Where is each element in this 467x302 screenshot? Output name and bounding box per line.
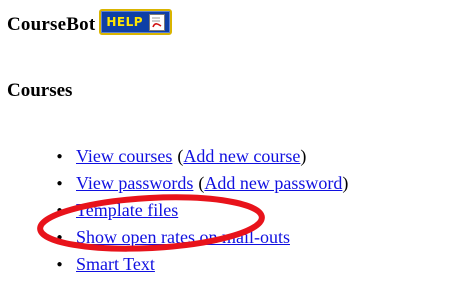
list-item-smart-text: ● Smart Text <box>55 251 348 278</box>
list-item-view-passwords: ● View passwords ( Add new password ) <box>55 170 348 197</box>
header: CourseBot HELP <box>7 9 173 40</box>
list-item-template-files: ● Template files <box>55 197 348 224</box>
show-open-rates-link[interactable]: Show open rates on mail-outs <box>76 227 290 248</box>
close-paren: ) <box>300 146 307 166</box>
close-paren: ) <box>342 173 349 193</box>
app-title: CourseBot <box>7 14 96 35</box>
list-item-show-open-rates: ● Show open rates on mail-outs <box>55 224 348 251</box>
pdf-document-icon <box>149 13 166 31</box>
bullet-icon: ● <box>56 232 63 243</box>
view-passwords-link[interactable]: View passwords <box>76 173 193 194</box>
bullet-icon: ● <box>56 178 63 189</box>
courses-menu: ● View courses ( Add new course ) ● View… <box>55 143 348 278</box>
list-item-view-courses: ● View courses ( Add new course ) <box>55 143 348 170</box>
bullet-icon: ● <box>56 259 63 270</box>
template-files-link[interactable]: Template files <box>76 200 178 221</box>
section-title: Courses <box>7 80 73 101</box>
add-new-course-link[interactable]: Add new course <box>183 146 300 167</box>
smart-text-link[interactable]: Smart Text <box>76 254 155 275</box>
bullet-icon: ● <box>56 205 63 216</box>
bullet-icon: ● <box>56 151 63 162</box>
view-courses-link[interactable]: View courses <box>76 146 172 167</box>
help-button-label: HELP <box>106 15 144 29</box>
add-new-password-link[interactable]: Add new password <box>204 173 342 194</box>
help-button[interactable]: HELP <box>99 9 173 35</box>
